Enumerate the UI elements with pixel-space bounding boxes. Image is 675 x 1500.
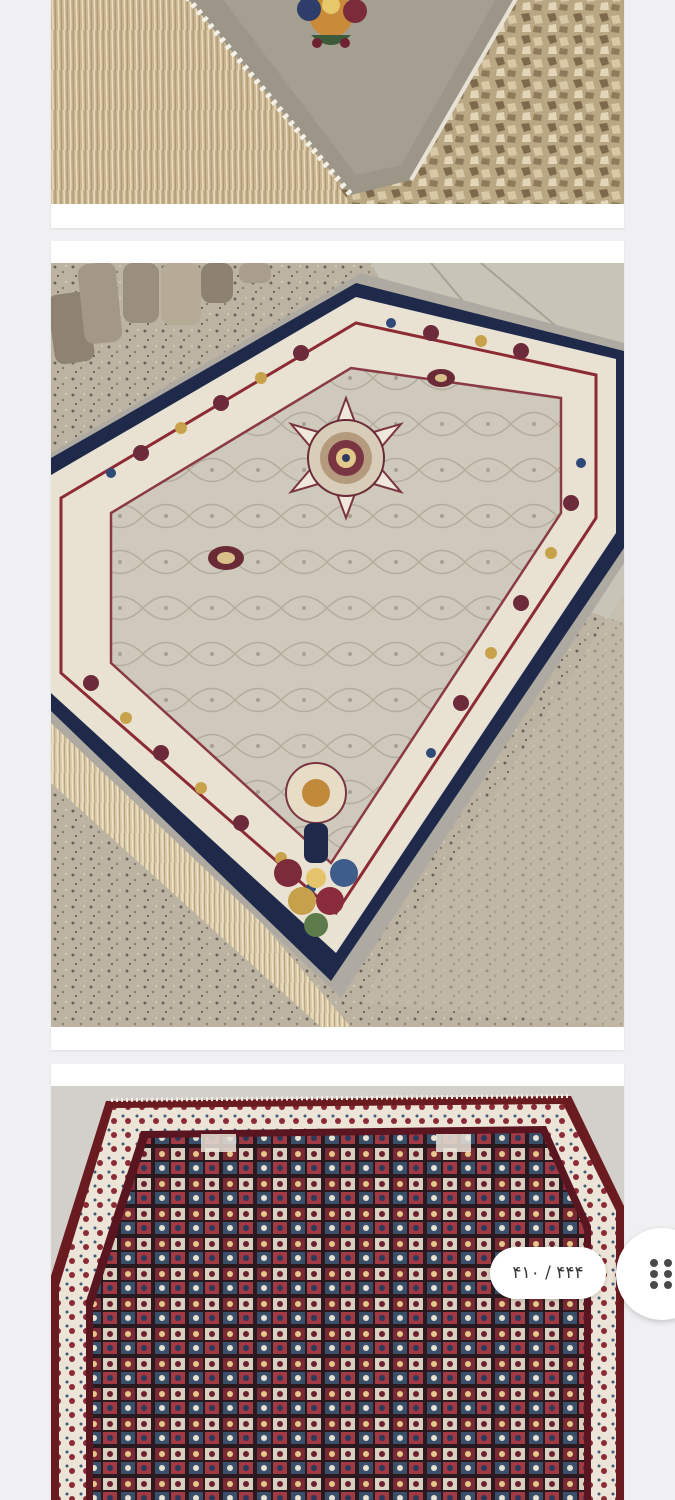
photo-card[interactable] xyxy=(51,241,624,1050)
image-counter-text: ۴۴۴ / ۴۱۰ xyxy=(512,1263,584,1283)
image-feed[interactable]: ۴۴۴ / ۴۱۰ xyxy=(0,0,675,1500)
carpet-photo-fringe-closeup[interactable] xyxy=(51,0,624,204)
grid-menu-button[interactable] xyxy=(616,1228,675,1320)
photo-card[interactable] xyxy=(51,0,624,228)
grid-dots-icon xyxy=(650,1259,672,1289)
carpet-photo-medallion-rug[interactable] xyxy=(51,263,624,1027)
image-counter: ۴۴۴ / ۴۱۰ xyxy=(490,1247,606,1299)
